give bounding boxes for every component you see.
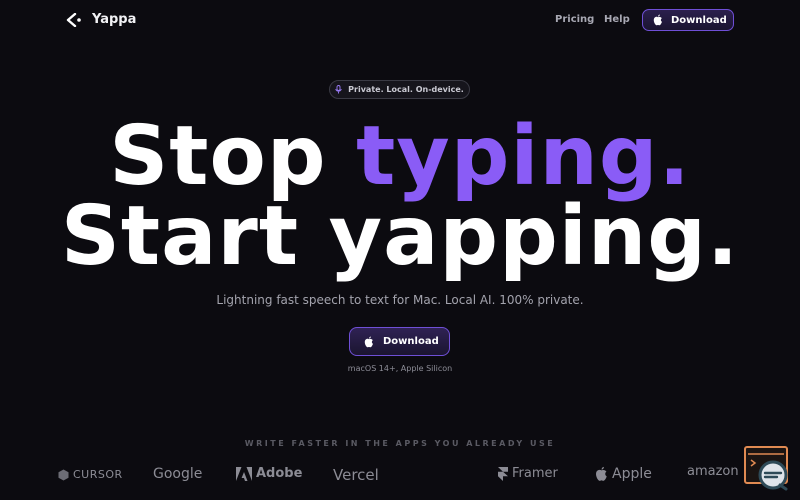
microphone-icon bbox=[335, 85, 342, 94]
adobe-logo: Adobe bbox=[236, 466, 302, 481]
nav-download-label: Download bbox=[671, 14, 727, 26]
google-logo-text: Google bbox=[153, 466, 203, 482]
privacy-badge: Private. Local. On-device. bbox=[329, 80, 470, 99]
hero-subtitle: Lightning fast speech to text for Mac. L… bbox=[216, 293, 584, 307]
app-logo-strip: CURSOR Google Adobe Vercel Framer Apple … bbox=[0, 462, 800, 492]
apple-icon bbox=[596, 466, 607, 481]
nav-download-button[interactable]: Download bbox=[642, 9, 734, 31]
cursor-logo-text: CURSOR bbox=[73, 468, 123, 481]
hero-download-label: Download bbox=[383, 336, 439, 347]
hero-download-button[interactable]: Download bbox=[349, 327, 450, 356]
yappa-logo-icon bbox=[66, 12, 81, 27]
cursor-logo: CURSOR bbox=[58, 468, 123, 481]
apple-logo-text: Apple bbox=[612, 466, 652, 482]
apple-icon bbox=[364, 336, 373, 347]
google-logo: Google bbox=[153, 466, 202, 482]
framer-logo: Framer bbox=[498, 466, 558, 481]
nav-link-help[interactable]: Help bbox=[604, 14, 630, 25]
brand-logo[interactable]: Yappa bbox=[66, 12, 136, 27]
amazon-logo: amazon bbox=[687, 464, 739, 479]
system-requirements: macOS 14+, Apple Silicon bbox=[347, 364, 453, 373]
cursor-logo-icon bbox=[58, 469, 69, 480]
adobe-logo-text: Adobe bbox=[256, 466, 303, 481]
top-nav: Yappa Pricing Help Download bbox=[0, 0, 800, 40]
vercel-logo: Vercel bbox=[333, 466, 379, 484]
privacy-badge-text: Private. Local. On-device. bbox=[348, 85, 464, 94]
apps-heading: WRITE FASTER IN THE APPS YOU ALREADY USE bbox=[244, 439, 556, 448]
adobe-logo-icon bbox=[236, 466, 252, 481]
framer-logo-text: Framer bbox=[512, 466, 558, 481]
nav-link-pricing[interactable]: Pricing bbox=[555, 14, 594, 25]
headline-line-1: Stop typing. bbox=[0, 116, 800, 198]
vercel-logo-text: Vercel bbox=[333, 466, 379, 484]
brand-name: Yappa bbox=[92, 12, 137, 27]
amazon-logo-text: amazon bbox=[687, 464, 739, 479]
headline-line-2: Start yapping. bbox=[60, 189, 740, 284]
framer-logo-icon bbox=[498, 466, 508, 481]
apple-icon bbox=[653, 14, 662, 26]
apple-logo: Apple bbox=[595, 466, 652, 482]
chat-widget-icon[interactable] bbox=[756, 458, 790, 492]
